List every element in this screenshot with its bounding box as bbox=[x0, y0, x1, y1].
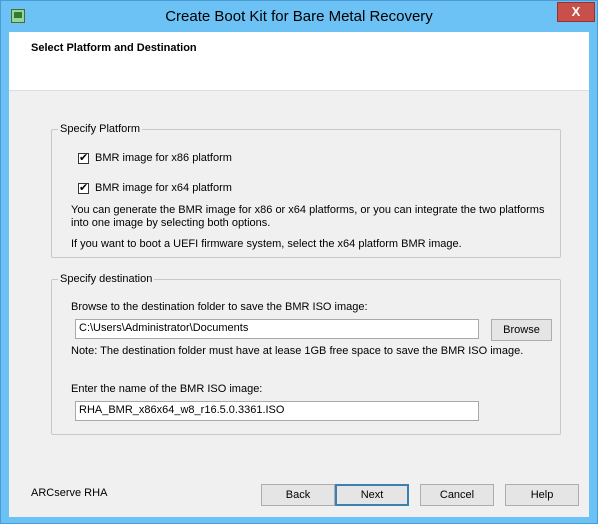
cancel-button[interactable]: Cancel bbox=[420, 484, 494, 506]
x86-checkbox[interactable] bbox=[78, 151, 89, 164]
uefi-note: If you want to boot a UEFI firmware syst… bbox=[71, 238, 462, 250]
free-space-note: Note: The destination folder must have a… bbox=[71, 345, 524, 357]
destination-folder-input[interactable]: C:\Users\Administrator\Documents bbox=[75, 319, 479, 339]
x86-checkbox-row[interactable]: BMR image for x86 platform bbox=[78, 151, 232, 164]
browse-instruction: Browse to the destination folder to save… bbox=[71, 301, 368, 313]
brand-label: ARCserve RHA bbox=[31, 487, 108, 499]
specify-platform-group: Specify Platform BMR image for x86 platf… bbox=[51, 123, 561, 258]
platform-info-line2: into one image by selecting both options… bbox=[71, 217, 271, 229]
browse-button[interactable]: Browse bbox=[491, 319, 552, 341]
page-title: Select Platform and Destination bbox=[31, 42, 197, 54]
iso-name-label: Enter the name of the BMR ISO image: bbox=[71, 383, 263, 395]
specify-destination-legend: Specify destination bbox=[60, 273, 153, 285]
platform-info-line1: You can generate the BMR image for x86 o… bbox=[71, 204, 545, 216]
window-title: Create Boot Kit for Bare Metal Recovery bbox=[165, 8, 433, 25]
help-button[interactable]: Help bbox=[505, 484, 579, 506]
specify-platform-legend: Specify Platform bbox=[60, 123, 141, 135]
title-bar[interactable]: Create Boot Kit for Bare Metal Recovery … bbox=[1, 1, 597, 33]
close-button[interactable]: X bbox=[557, 2, 595, 22]
x64-checkbox[interactable] bbox=[78, 181, 89, 194]
x64-checkbox-row[interactable]: BMR image for x64 platform bbox=[78, 181, 232, 194]
dialog-client-area: Select Platform and Destination Specify … bbox=[9, 32, 589, 517]
back-button[interactable]: Back bbox=[261, 484, 335, 506]
specify-destination-group: Specify destination Browse to the destin… bbox=[51, 273, 561, 435]
wizard-header: Select Platform and Destination bbox=[9, 32, 589, 91]
dialog-window: Create Boot Kit for Bare Metal Recovery … bbox=[0, 0, 598, 524]
x64-checkbox-label: BMR image for x64 platform bbox=[95, 182, 232, 194]
iso-name-input[interactable]: RHA_BMR_x86x64_w8_r16.5.0.3361.ISO bbox=[75, 401, 479, 421]
x86-checkbox-label: BMR image for x86 platform bbox=[95, 152, 232, 164]
next-button[interactable]: Next bbox=[335, 484, 409, 506]
